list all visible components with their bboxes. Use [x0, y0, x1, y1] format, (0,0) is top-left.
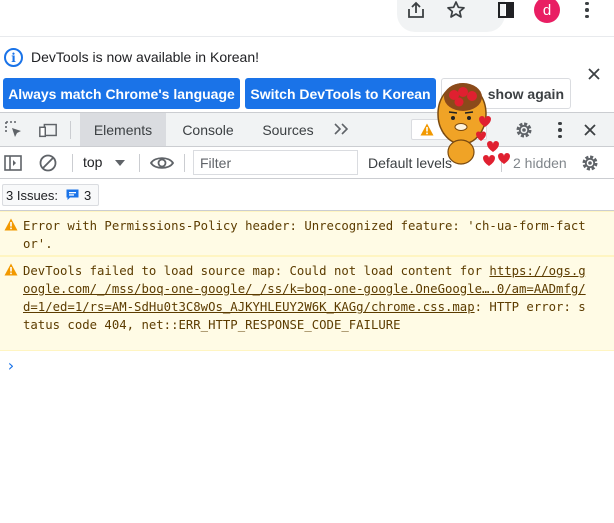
infobar-message: DevTools is now available in Korean!: [31, 49, 260, 65]
console-settings-icon[interactable]: [580, 153, 600, 173]
toolbar-divider: [139, 154, 140, 172]
devtools-menu-icon[interactable]: [553, 121, 567, 139]
info-icon: i: [4, 48, 23, 67]
close-devtools-icon[interactable]: [580, 120, 600, 140]
toolbar-divider: [72, 154, 73, 172]
profile-avatar[interactable]: d: [534, 0, 560, 23]
settings-gear-icon[interactable]: [514, 120, 534, 140]
sidebar-toggle-icon[interactable]: [3, 153, 23, 173]
tab-sources[interactable]: Sources: [252, 113, 324, 146]
message-icon: [66, 189, 79, 201]
message-text: Error with Permissions-Policy header: Un…: [23, 219, 586, 251]
warning-icon: [420, 123, 434, 139]
hidden-messages-count: 2 hidden: [513, 155, 567, 171]
warning-icon: [4, 263, 18, 279]
tabbar-divider: [70, 121, 71, 139]
context-selector[interactable]: top: [83, 154, 102, 170]
eye-icon[interactable]: [150, 153, 174, 173]
star-icon[interactable]: [444, 0, 468, 20]
clear-console-icon[interactable]: [38, 153, 58, 173]
tab-console[interactable]: Console: [168, 113, 248, 146]
message-text: DevTools failed to load source map: Coul…: [23, 262, 589, 334]
more-tabs-icon[interactable]: [333, 122, 351, 141]
toolbar-divider: [184, 154, 185, 172]
share-icon[interactable]: [404, 0, 428, 20]
console-message: DevTools failed to load source map: Coul…: [0, 256, 614, 351]
console-prompt[interactable]: ›: [6, 356, 16, 375]
issues-bar: 3 Issues: 3: [0, 179, 614, 211]
filter-input[interactable]: [193, 150, 358, 175]
console-toolbar: top Default levels 2 hidden: [0, 147, 614, 179]
language-infobar: i DevTools is now available in Korean! A…: [0, 36, 614, 112]
side-panel-icon[interactable]: [494, 0, 518, 20]
issues-label: 3 Issues:: [6, 187, 59, 203]
devtools-tabbar: Elements Console Sources 3: [0, 112, 614, 147]
console-message: Error with Permissions-Policy header: Un…: [0, 211, 614, 256]
issues-button[interactable]: 3 Issues: 3: [2, 184, 99, 206]
message-prefix: DevTools failed to load source map: Coul…: [23, 264, 490, 278]
match-language-button[interactable]: Always match Chrome's language: [3, 78, 240, 109]
inspect-element-icon[interactable]: [4, 120, 24, 140]
switch-language-button[interactable]: Switch DevTools to Korean: [245, 78, 436, 109]
warning-icon: [4, 218, 18, 234]
tab-elements[interactable]: Elements: [80, 113, 166, 146]
browser-toolbar: d: [0, 0, 614, 36]
close-icon[interactable]: [586, 66, 602, 82]
device-toolbar-icon[interactable]: [38, 120, 58, 140]
kebab-menu-icon[interactable]: [580, 0, 594, 20]
lion-sticker-image: [436, 78, 516, 170]
issues-count: 3: [84, 187, 92, 203]
chevron-down-icon[interactable]: [115, 160, 125, 166]
